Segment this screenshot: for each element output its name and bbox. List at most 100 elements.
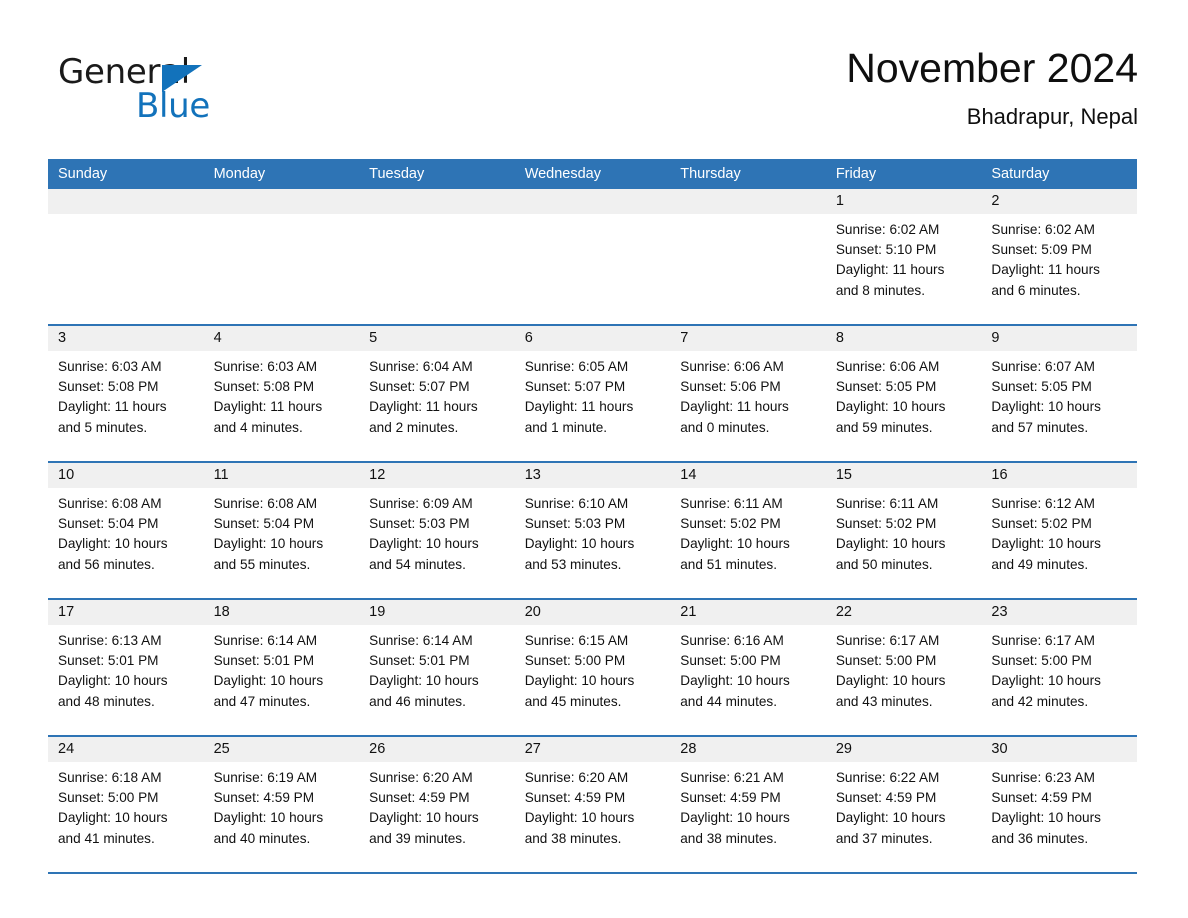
sunset-text: Sunset: 5:00 PM: [524, 653, 626, 669]
day-cell-empty: [48, 189, 204, 325]
sunrise-text: Sunrise: 6:12 AM: [991, 496, 1095, 511]
sunrise-text: Sunrise: 6:10 AM: [524, 496, 629, 511]
sunset-text: Sunset: 5:03 PM: [524, 516, 626, 532]
daylight-text-line2: and 51 minutes.: [680, 556, 777, 572]
sunset-text: Sunset: 5:10 PM: [835, 242, 937, 258]
day-number: 30: [981, 737, 1137, 762]
daylight-text-line2: and 57 minutes.: [991, 419, 1089, 435]
day-details: Sunrise: 6:08 AM Sunset: 5:04 PM Daylight:…: [204, 488, 360, 575]
daylight-text-line2: and 36 minutes.: [991, 830, 1089, 846]
day-details: Sunrise: 6:05 AM Sunset: 5:07 PM Daylight:…: [515, 351, 671, 438]
day-details: Sunrise: 6:02 AM Sunset: 5:09 PM Daylight:…: [981, 214, 1137, 301]
daylight-text-line1: Daylight: 10 hours: [991, 399, 1101, 415]
day-cell[interactable]: 29 Sunrise: 6:22 AM Sunset: 4:59 PM Dayligh…: [825, 735, 982, 874]
sunset-text: Sunset: 5:04 PM: [58, 516, 159, 532]
day-cell[interactable]: 17 Sunrise: 6:13 AM Sunset: 5:01 PM Dayligh…: [48, 598, 204, 736]
day-cell[interactable]: 3 Sunrise: 6:03 AM Sunset: 5:08 PM Daylight…: [48, 324, 204, 462]
day-number: 26: [359, 737, 515, 762]
daylight-text-line2: and 47 minutes.: [213, 693, 311, 709]
day-number: 3: [48, 326, 204, 351]
daylight-text-line1: Daylight: 10 hours: [213, 810, 324, 826]
daylight-text-line1: Daylight: 10 hours: [213, 673, 324, 689]
daylight-text-line1: Daylight: 10 hours: [835, 399, 946, 415]
day-number: 20: [514, 600, 671, 625]
sunrise-text: Sunrise: 6:17 AM: [991, 633, 1095, 648]
day-details: Sunrise: 6:02 AM Sunset: 5:10 PM Daylight:…: [826, 214, 982, 301]
day-cell-empty: [359, 189, 515, 325]
sunrise-text: Sunrise: 6:07 AM: [991, 359, 1095, 374]
day-cell[interactable]: 4 Sunrise: 6:03 AM Sunset: 5:08 PM Daylight…: [203, 324, 360, 462]
daylight-text-line2: and 39 minutes.: [369, 830, 466, 846]
day-cell[interactable]: 7 Sunrise: 6:06 AM Sunset: 5:06 PM Daylight…: [670, 324, 826, 462]
day-cell[interactable]: 12 Sunrise: 6:09 AM Sunset: 5:03 PM Dayligh…: [359, 461, 515, 599]
day-details: Sunrise: 6:06 AM Sunset: 5:05 PM Daylight:…: [826, 351, 982, 438]
daylight-text-line2: and 46 minutes.: [369, 693, 466, 709]
daylight-text-line2: and 49 minutes.: [991, 556, 1089, 572]
day-cell[interactable]: 19 Sunrise: 6:14 AM Sunset: 5:01 PM Dayligh…: [359, 598, 515, 736]
day-cell[interactable]: 8 Sunrise: 6:06 AM Sunset: 5:05 PM Daylight…: [825, 324, 982, 462]
sunset-text: Sunset: 4:59 PM: [524, 790, 626, 806]
title-block: November 2024 Bhadrapur, Nepal: [846, 42, 1138, 132]
generalblue-logo[interactable]: General Blue: [58, 52, 318, 132]
day-cell[interactable]: 30 Sunrise: 6:23 AM Sunset: 4:59 PM Dayligh…: [981, 735, 1137, 874]
weekday-header-sunday: Sunday: [48, 159, 204, 189]
daylight-text-line1: Daylight: 10 hours: [213, 536, 324, 552]
day-cell[interactable]: 25 Sunrise: 6:19 AM Sunset: 4:59 PM Dayligh…: [203, 735, 360, 874]
day-cell[interactable]: 5 Sunrise: 6:04 AM Sunset: 5:07 PM Daylight…: [359, 324, 515, 462]
day-details: Sunrise: 6:04 AM Sunset: 5:07 PM Daylight:…: [359, 351, 515, 438]
sunrise-text: Sunrise: 6:05 AM: [524, 359, 629, 374]
sunrise-text: Sunrise: 6:19 AM: [213, 770, 318, 785]
day-number: 14: [670, 463, 826, 488]
sunset-text: Sunset: 5:05 PM: [835, 379, 937, 395]
daylight-text-line2: and 0 minutes.: [680, 419, 770, 435]
day-number: [359, 189, 515, 214]
daylight-text-line2: and 38 minutes.: [524, 830, 622, 846]
sunset-text: Sunset: 5:01 PM: [213, 653, 315, 669]
day-number: [670, 189, 826, 214]
day-number: 7: [670, 326, 826, 351]
sunset-text: Sunset: 5:00 PM: [680, 653, 781, 669]
daylight-text-line1: Daylight: 10 hours: [369, 810, 479, 826]
calendar-page: General Blue November 2024 Bhadrapur, Ne…: [0, 0, 1188, 918]
daylight-text-line2: and 8 minutes.: [835, 282, 925, 298]
sunset-text: Sunset: 5:09 PM: [991, 242, 1092, 258]
daylight-text-line2: and 6 minutes.: [991, 282, 1081, 298]
daylight-text-line1: Daylight: 10 hours: [680, 536, 790, 552]
sunrise-text: Sunrise: 6:20 AM: [369, 770, 473, 785]
day-cell[interactable]: 23 Sunrise: 6:17 AM Sunset: 5:00 PM Dayligh…: [981, 598, 1137, 736]
day-number: 12: [359, 463, 515, 488]
day-details: Sunrise: 6:03 AM Sunset: 5:08 PM Daylight:…: [204, 351, 360, 438]
day-cell[interactable]: 10 Sunrise: 6:08 AM Sunset: 5:04 PM Dayligh…: [48, 461, 204, 599]
day-cell[interactable]: 18 Sunrise: 6:14 AM Sunset: 5:01 PM Dayligh…: [203, 598, 360, 736]
daylight-text-line1: Daylight: 11 hours: [835, 262, 945, 278]
daylight-text-line2: and 1 minute.: [524, 419, 608, 435]
daylight-text-line2: and 44 minutes.: [680, 693, 777, 709]
calendar-week-row: 1 Sunrise: 6:02 AM Sunset: 5:10 PM Daylight…: [48, 189, 1137, 325]
day-cell[interactable]: 22 Sunrise: 6:17 AM Sunset: 5:00 PM Dayligh…: [825, 598, 982, 736]
day-cell[interactable]: 20 Sunrise: 6:15 AM Sunset: 5:00 PM Dayligh…: [514, 598, 671, 736]
day-cell[interactable]: 9 Sunrise: 6:07 AM Sunset: 5:05 PM Daylight…: [981, 324, 1137, 462]
day-cell[interactable]: 27 Sunrise: 6:20 AM Sunset: 4:59 PM Dayligh…: [514, 735, 671, 874]
day-cell[interactable]: 28 Sunrise: 6:21 AM Sunset: 4:59 PM Dayligh…: [670, 735, 826, 874]
day-cell[interactable]: 11 Sunrise: 6:08 AM Sunset: 5:04 PM Dayligh…: [203, 461, 360, 599]
sunset-text: Sunset: 5:07 PM: [524, 379, 626, 395]
day-cell[interactable]: 26 Sunrise: 6:20 AM Sunset: 4:59 PM Dayligh…: [359, 735, 515, 874]
sunrise-text: Sunrise: 6:02 AM: [835, 222, 940, 237]
day-cell[interactable]: 14 Sunrise: 6:11 AM Sunset: 5:02 PM Dayligh…: [670, 461, 826, 599]
day-cell[interactable]: 21 Sunrise: 6:16 AM Sunset: 5:00 PM Dayligh…: [670, 598, 826, 736]
day-cell[interactable]: 24 Sunrise: 6:18 AM Sunset: 5:00 PM Dayligh…: [48, 735, 204, 874]
sunset-text: Sunset: 5:02 PM: [835, 516, 937, 532]
day-cell[interactable]: 13 Sunrise: 6:10 AM Sunset: 5:03 PM Dayligh…: [514, 461, 671, 599]
day-cell[interactable]: 15 Sunrise: 6:11 AM Sunset: 5:02 PM Dayligh…: [825, 461, 982, 599]
day-cell[interactable]: 16 Sunrise: 6:12 AM Sunset: 5:02 PM Dayligh…: [981, 461, 1137, 599]
day-details: Sunrise: 6:19 AM Sunset: 4:59 PM Daylight:…: [204, 762, 360, 849]
day-cell[interactable]: 6 Sunrise: 6:05 AM Sunset: 5:07 PM Daylight…: [514, 324, 671, 462]
sunset-text: Sunset: 5:04 PM: [213, 516, 315, 532]
day-details: Sunrise: 6:03 AM Sunset: 5:08 PM Daylight:…: [48, 351, 204, 438]
day-cell[interactable]: 2 Sunrise: 6:02 AM Sunset: 5:09 PM Daylight…: [981, 189, 1137, 325]
sunset-text: Sunset: 4:59 PM: [835, 790, 937, 806]
daylight-text-line2: and 40 minutes.: [213, 830, 311, 846]
sunset-text: Sunset: 5:00 PM: [58, 790, 159, 806]
day-details: Sunrise: 6:13 AM Sunset: 5:01 PM Daylight:…: [48, 625, 204, 712]
day-cell[interactable]: 1 Sunrise: 6:02 AM Sunset: 5:10 PM Daylight…: [825, 189, 982, 325]
